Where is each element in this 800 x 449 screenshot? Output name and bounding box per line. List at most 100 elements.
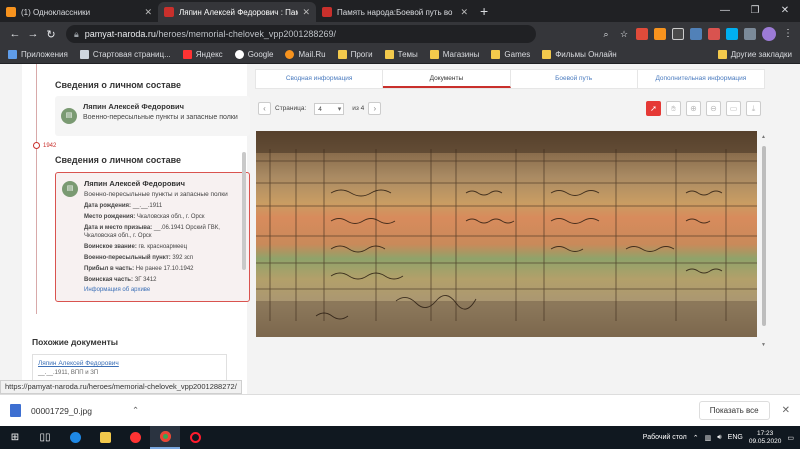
hand-tool-icon[interactable]: ✋︎ [666,101,681,116]
info-row: Военно-пересыльный пункт: 392 зсп [84,254,243,262]
opera-icon[interactable] [180,426,210,449]
task-view-icon[interactable]: ▯▯ [30,426,60,449]
record-card[interactable]: ▤ Ляпин Алексей Федорович Военно-пересыл… [55,96,250,136]
scanned-document-image[interactable] [256,131,757,337]
info-key: Дата рождения: [84,203,132,209]
bookmark-other-folder[interactable]: Другие закладки [717,50,792,59]
clock[interactable]: 17:23 09.05.2020 [749,430,782,446]
info-value: Не ранее 17.10.1942 [135,266,194,272]
bookmark-apps[interactable]: Приложения [8,50,68,59]
forward-icon[interactable]: → [24,28,42,40]
maximize-icon[interactable]: ❐ [740,0,770,22]
scroll-up-icon[interactable]: ▲ [761,134,766,140]
pointer-tool-icon[interactable]: ➚ [646,101,661,116]
folder-icon [337,50,347,59]
profile-avatar[interactable] [762,27,776,41]
record-card-selected[interactable]: ▤ Ляпин Алексей Федорович Военно-пересыл… [55,172,250,302]
new-tab-button[interactable]: + [480,2,488,22]
next-page-button[interactable]: › [368,102,382,115]
back-icon[interactable]: ← [6,28,24,40]
pager-total: из 4 [352,105,365,112]
volume-icon[interactable]: 🔊︎ [717,434,721,442]
apps-grid-icon [8,50,17,59]
extension-game-icon[interactable] [672,28,684,40]
browser-tab-lyapin[interactable]: Ляпин Алексей Федорович : Пам ✕ [158,2,316,22]
prev-page-button[interactable]: ‹ [258,102,271,115]
page-select[interactable]: 4 [314,102,345,115]
similar-doc-name[interactable]: Ляпин Алексей Федорович [38,360,221,367]
chrome-icon[interactable] [150,426,180,449]
bookmark-folder-magaziny[interactable]: Магазины [429,50,479,59]
bookmark-label: Проги [350,50,373,59]
pager-label: Страница: [275,105,307,112]
info-row: Место рождения: Чкаловская обл., г. Орск [84,213,243,221]
fullscreen-icon[interactable]: ▭ [726,101,741,116]
extension-adblock-icon[interactable] [636,28,648,40]
bookmark-start-page[interactable]: Стартовая страниц... [79,50,171,59]
timeline-dot [33,142,40,149]
zoom-out-icon[interactable]: ⊖ [706,101,721,116]
download-icon[interactable]: ⤓ [746,101,761,116]
bookmark-folder-films[interactable]: Фильмы Онлайн [542,50,617,59]
extension-ok-icon[interactable] [654,28,666,40]
extension-mail-icon[interactable] [708,28,720,40]
menu-icon[interactable]: ⋮ [782,28,794,40]
browser-toolbar: ← → ↻ 🔒︎ pamyat-naroda.ru /heroes/memori… [0,22,800,46]
extension-flag-icon[interactable] [744,28,756,40]
left-panel-scrollbar[interactable] [242,152,246,270]
bookmark-folder-games[interactable]: Games [491,50,530,59]
page-scrollbar[interactable]: ▲ ▼ [761,134,767,349]
tab-summary[interactable]: Сводная информация [256,70,384,88]
address-bar[interactable]: 🔒︎ pamyat-naroda.ru /heroes/memorial-che… [66,25,536,43]
url-host: pamyat-naroda.ru [84,29,156,39]
browser-tab-odnoklassniki[interactable]: (1) Одноклассники ✕ [0,2,158,22]
chevron-up-icon[interactable]: ⌃ [693,434,699,442]
chevron-up-icon[interactable]: ⌃ [132,405,139,416]
info-row: Воинская часть: ЗГ 3412 [84,276,243,284]
info-value: __.__.1911 [132,203,163,209]
language-indicator[interactable]: ENG [728,434,743,441]
archive-info-link[interactable]: Информация об архиве [84,287,243,293]
notifications-icon[interactable]: ▭ [787,434,794,442]
pamyat-naroda-icon [164,7,174,17]
extension-skype-icon[interactable] [726,28,738,40]
folder-icon [717,50,727,59]
tab-battle-path[interactable]: Боевой путь [511,70,638,88]
bookmark-mail[interactable]: Mail.Ru [285,50,326,59]
edge-icon[interactable] [60,426,90,449]
show-all-button[interactable]: Показать все [698,401,770,420]
scrollbar-thumb[interactable] [762,146,766,326]
bookmark-google[interactable]: Google [234,50,273,59]
yandex-browser-icon[interactable] [120,426,150,449]
minimize-icon[interactable]: — [710,0,740,22]
file-explorer-icon[interactable] [90,426,120,449]
close-icon[interactable]: ✕ [302,7,310,18]
info-value: гв. красноармеец [138,244,188,250]
info-value: 392 зсп [172,255,194,261]
close-icon[interactable]: ✕ [460,7,468,18]
bookmark-folder-temy[interactable]: Темы [384,50,418,59]
scroll-down-icon[interactable]: ▼ [761,342,766,348]
search-icon[interactable]: ⌕ [600,28,612,40]
bookmark-folder-progi[interactable]: Проги [337,50,373,59]
browser-tab-boevoy-put[interactable]: Память народа:Боевой путь во ✕ [316,2,474,22]
system-tray: Рабочий стол ⌃ ▥ 🔊︎ ENG 17:23 09.05.2020… [643,430,800,446]
download-item[interactable]: 00001729_0.jpg ⌃ [10,404,139,417]
zoom-in-icon[interactable]: ⊕ [686,101,701,116]
person-name: Ляпин Алексей Федорович [83,102,184,111]
bookmarks-bar: Приложения Стартовая страниц... Яндекс G… [0,46,800,64]
close-icon[interactable]: ✕ [144,7,152,18]
close-icon[interactable]: ✕ [782,405,790,416]
windows-start-icon[interactable]: ⊞ [0,426,30,449]
tab-additional-info[interactable]: Дополнительная информация [638,70,764,88]
reload-icon[interactable]: ↻ [42,28,60,41]
network-icon[interactable]: ▥ [705,434,712,442]
extension-vk-icon[interactable] [690,28,702,40]
window-controls: — ❐ ✕ [710,0,800,22]
yandex-icon [182,50,192,59]
star-icon[interactable]: ☆ [618,28,630,40]
bookmark-yandex[interactable]: Яндекс [182,50,223,59]
desktop-label[interactable]: Рабочий стол [643,434,687,441]
tab-documents[interactable]: Документы [383,70,511,88]
close-window-icon[interactable]: ✕ [770,0,800,22]
